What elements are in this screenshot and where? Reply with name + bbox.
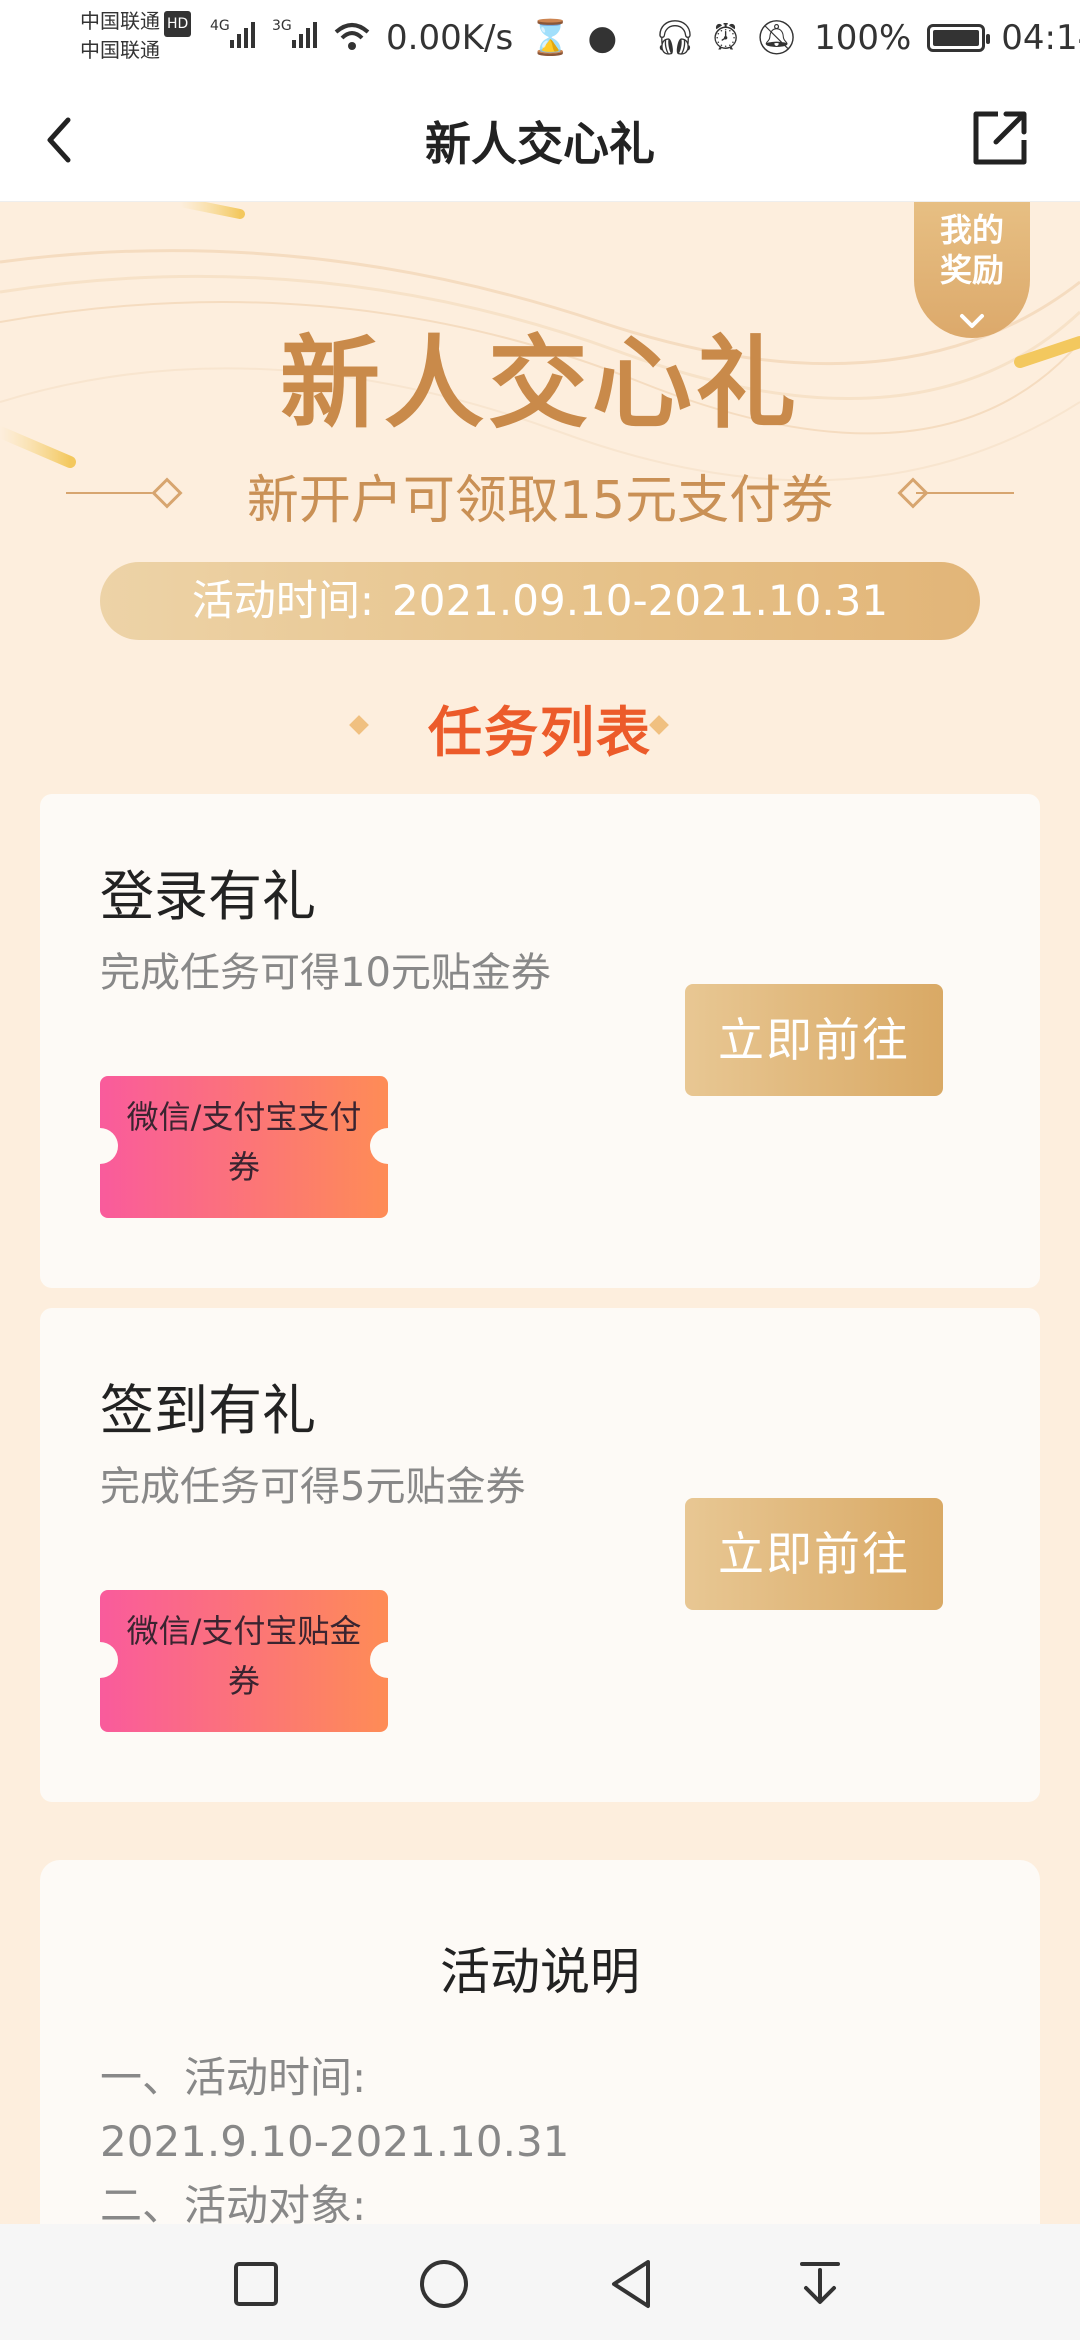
page-content[interactable]: 我的奖励 新人交心礼 新开户可领取15元支付券 活动时间: 2021.09.10-… [0, 202, 1080, 2224]
system-nav-bar [0, 2224, 1080, 2340]
signal-icon-1 [230, 18, 258, 48]
rules-line: 一、活动时间: [100, 2053, 367, 2102]
headphones-icon: 🎧︎ [653, 18, 697, 58]
task-card-login: 登录有礼 完成任务可得10元贴金券 微信/支付宝支付券 立即前往 [40, 794, 1040, 1288]
wifi-icon [334, 23, 370, 50]
task-description: 完成任务可得5元贴金券 [100, 1464, 526, 1510]
clock: 04:14 [1001, 18, 1080, 58]
carrier-1: 中国联通 [80, 9, 160, 33]
activity-time-range: 2021.09.10-2021.10.31 [392, 576, 889, 625]
activity-rules-card: 活动说明 一、活动时间: 2021.9.10-2021.10.31 二、活动对象… [40, 1860, 1040, 2224]
alarm-icon: ⏰︎ [712, 18, 739, 58]
page-title: 新人交心礼 [425, 117, 655, 171]
status-bar: 中国联通 HD 中国联通 4G 3G 0.00K/s ⌛ ● 🎧︎ ⏰︎ 🔕︎ 1… [0, 0, 1080, 78]
coupon-ticket: 微信/支付宝贴金券 [82, 1590, 406, 1732]
coupon-ticket: 微信/支付宝支付券 [82, 1076, 406, 1218]
battery-percent: 100% [814, 18, 912, 58]
rules-line: 二、活动对象: [100, 2181, 367, 2224]
hd-badge: HD [164, 11, 192, 37]
diamond-icon [649, 715, 669, 735]
hourglass-icon: ⌛ [529, 18, 572, 58]
activity-time-pill: 活动时间: 2021.09.10-2021.10.31 [100, 562, 980, 640]
ticket-notch [370, 1642, 406, 1678]
signal-icon-2 [292, 18, 320, 48]
task-list-header: 任务列表 [0, 688, 1080, 764]
activity-time-label: 活动时间: [191, 576, 375, 625]
status-right: 0.00K/s ⌛ ● 🎧︎ ⏰︎ 🔕︎ 100% 04:14 [386, 14, 1080, 62]
task-description: 完成任务可得10元贴金券 [100, 950, 551, 996]
task-card-checkin: 签到有礼 完成任务可得5元贴金券 微信/支付宝贴金券 立即前往 [40, 1308, 1040, 1802]
triangle-back-icon[interactable] [604, 2256, 660, 2312]
carrier-info: 中国联通 HD 中国联通 [80, 8, 192, 63]
task-title: 签到有礼 [100, 1379, 316, 1442]
go-now-button[interactable]: 立即前往 [685, 1498, 943, 1610]
go-now-button[interactable]: 立即前往 [685, 984, 943, 1096]
diamond-icon [349, 715, 369, 735]
hero-subtitle-row: 新开户可领取15元支付券 [0, 458, 1080, 531]
circle-home-icon[interactable] [416, 2256, 472, 2312]
square-icon[interactable] [228, 2256, 284, 2312]
battery-icon [927, 24, 991, 52]
hero-title: 新人交心礼 [280, 325, 800, 442]
task-title: 登录有礼 [100, 865, 316, 928]
task-list-title: 任务列表 [428, 701, 652, 764]
network-speed: 0.00K/s [386, 18, 514, 58]
net-type-2: 3G [272, 18, 292, 34]
rules-line: 2021.9.10-2021.10.31 [100, 2117, 570, 2166]
net-type-1: 4G [210, 18, 230, 34]
divider-line [916, 492, 1014, 494]
download-arrow-icon[interactable] [792, 2256, 848, 2312]
ticket-notch [82, 1128, 118, 1164]
mute-icon: 🔕︎ [754, 18, 799, 58]
rules-title: 活动说明 [440, 1943, 640, 2001]
coupon-label: 微信/支付宝贴金券 [126, 1612, 362, 1700]
ticket-notch [82, 1642, 118, 1678]
ticket-notch [370, 1128, 406, 1164]
coupon-label: 微信/支付宝支付券 [126, 1098, 362, 1186]
nav-bar: 新人交心礼 [0, 78, 1080, 202]
my-rewards-label: 我的奖励 [939, 211, 1004, 289]
share-external-icon[interactable] [968, 106, 1032, 170]
carrier-2: 中国联通 [80, 38, 160, 62]
chat-icon: ● [587, 18, 618, 58]
rules-text: 一、活动时间: 2021.9.10-2021.10.31 二、活动对象: [100, 2046, 569, 2224]
